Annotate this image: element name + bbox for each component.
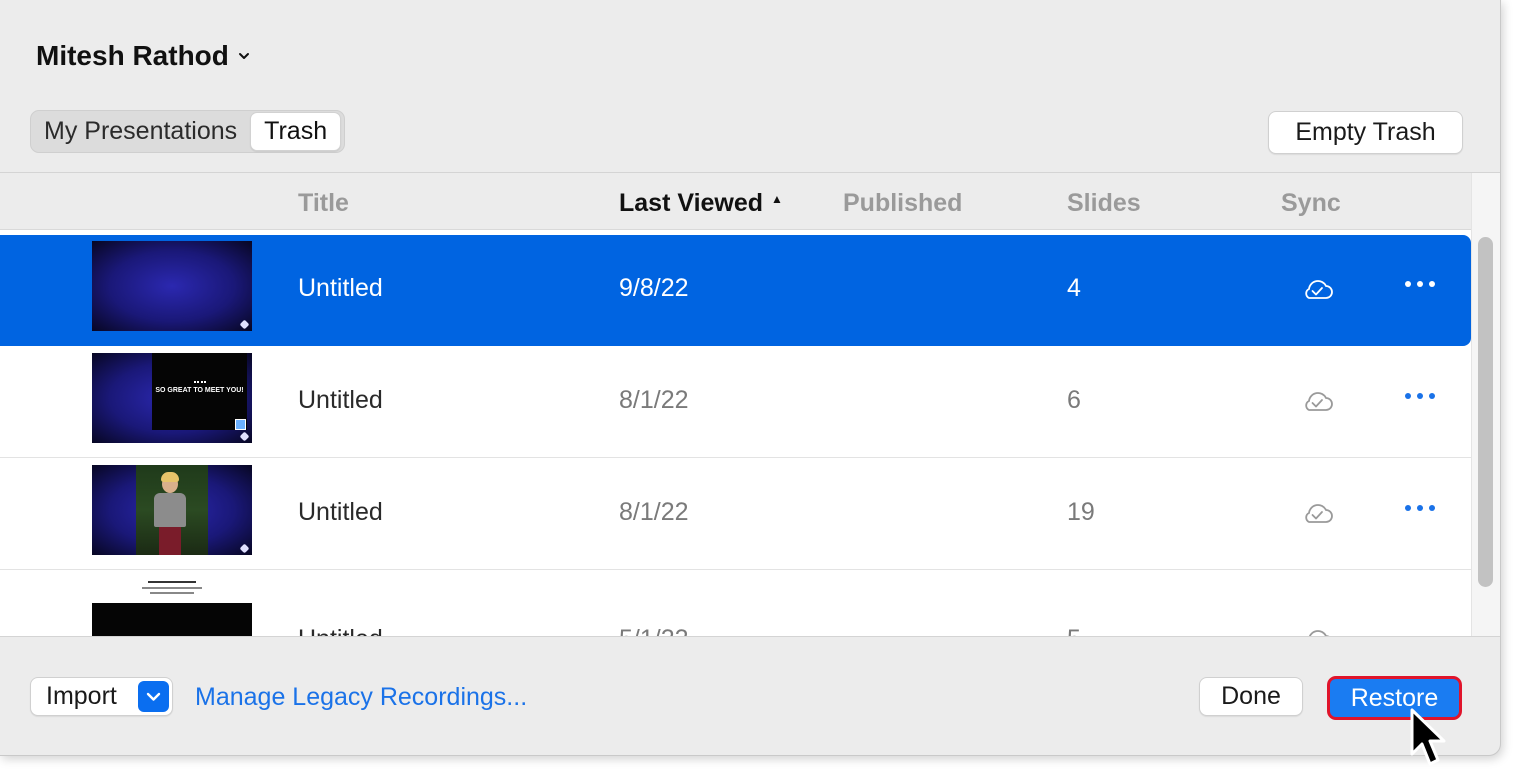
column-header-sync[interactable]: Sync <box>1281 173 1341 229</box>
row-slides: 6 <box>1067 386 1081 414</box>
empty-trash-button[interactable]: Empty Trash <box>1268 111 1463 154</box>
import-dropdown[interactable] <box>138 681 169 712</box>
table-row[interactable]: Untitled 8/1/22 19 <box>0 459 1471 570</box>
scrollbar-thumb[interactable] <box>1478 237 1493 587</box>
row-slides: 4 <box>1067 274 1081 302</box>
row-last-viewed: 8/1/22 <box>619 386 689 414</box>
cloud-check-icon <box>1308 630 1330 636</box>
table-row[interactable]: SO GREAT TO MEET YOU! Untitled 8/1/22 6 <box>0 347 1471 458</box>
presentation-thumbnail <box>92 577 252 636</box>
row-last-viewed: 8/1/22 <box>619 498 689 526</box>
row-slides: 5 <box>1067 625 1081 636</box>
row-title: Untitled <box>298 274 383 302</box>
row-title: Untitled <box>298 498 383 526</box>
column-header-last-viewed-label: Last Viewed <box>619 189 764 217</box>
presentations-table: Title Last Viewed ▲ Published Slides Sync… <box>0 172 1500 637</box>
column-header-title[interactable]: Title <box>298 173 349 229</box>
presentation-thumbnail <box>92 465 252 555</box>
cloud-check-icon <box>1305 392 1333 411</box>
presentation-thumbnail <box>92 241 252 331</box>
presentations-window: Mitesh Rathod My Presentations Trash Emp… <box>0 0 1501 756</box>
more-options-icon[interactable] <box>1402 384 1438 408</box>
more-options-icon[interactable] <box>1402 272 1438 296</box>
tab-trash[interactable]: Trash <box>250 112 342 151</box>
import-label: Import <box>46 682 117 710</box>
sort-ascending-icon: ▲ <box>771 192 783 207</box>
manage-legacy-recordings-link[interactable]: Manage Legacy Recordings... <box>195 680 527 714</box>
column-header-last-viewed[interactable]: Last Viewed ▲ <box>619 173 783 229</box>
row-last-viewed: 9/8/22 <box>619 274 689 302</box>
column-header-slides[interactable]: Slides <box>1067 173 1141 229</box>
row-title: Untitled <box>298 625 383 636</box>
table-row[interactable]: Untitled 5/1/22 5 <box>0 571 1471 636</box>
import-button[interactable]: Import <box>30 677 173 716</box>
row-slides: 19 <box>1067 498 1095 526</box>
cloud-check-icon <box>1305 504 1333 523</box>
row-title: Untitled <box>298 386 383 414</box>
account-switcher[interactable]: Mitesh Rathod <box>36 36 251 76</box>
chevron-down-icon <box>146 692 161 701</box>
thumbnail-caption: SO GREAT TO MEET YOU! <box>155 387 244 394</box>
account-name: Mitesh Rathod <box>36 40 229 71</box>
table-row[interactable]: Untitled 9/8/22 4 <box>0 235 1471 346</box>
more-options-icon[interactable] <box>1402 496 1438 520</box>
row-last-viewed: 5/1/22 <box>619 625 689 636</box>
done-button[interactable]: Done <box>1199 677 1303 716</box>
presentation-thumbnail: SO GREAT TO MEET YOU! <box>92 353 252 443</box>
view-segmented-control: My Presentations Trash <box>30 110 346 153</box>
tab-my-presentations[interactable]: My Presentations <box>31 113 250 150</box>
mouse-pointer-icon <box>1410 708 1446 766</box>
chevron-down-icon <box>238 53 249 59</box>
table-header: Title Last Viewed ▲ Published Slides Sync <box>0 173 1471 230</box>
column-header-published[interactable]: Published <box>843 173 962 229</box>
cloud-check-icon <box>1305 280 1333 299</box>
